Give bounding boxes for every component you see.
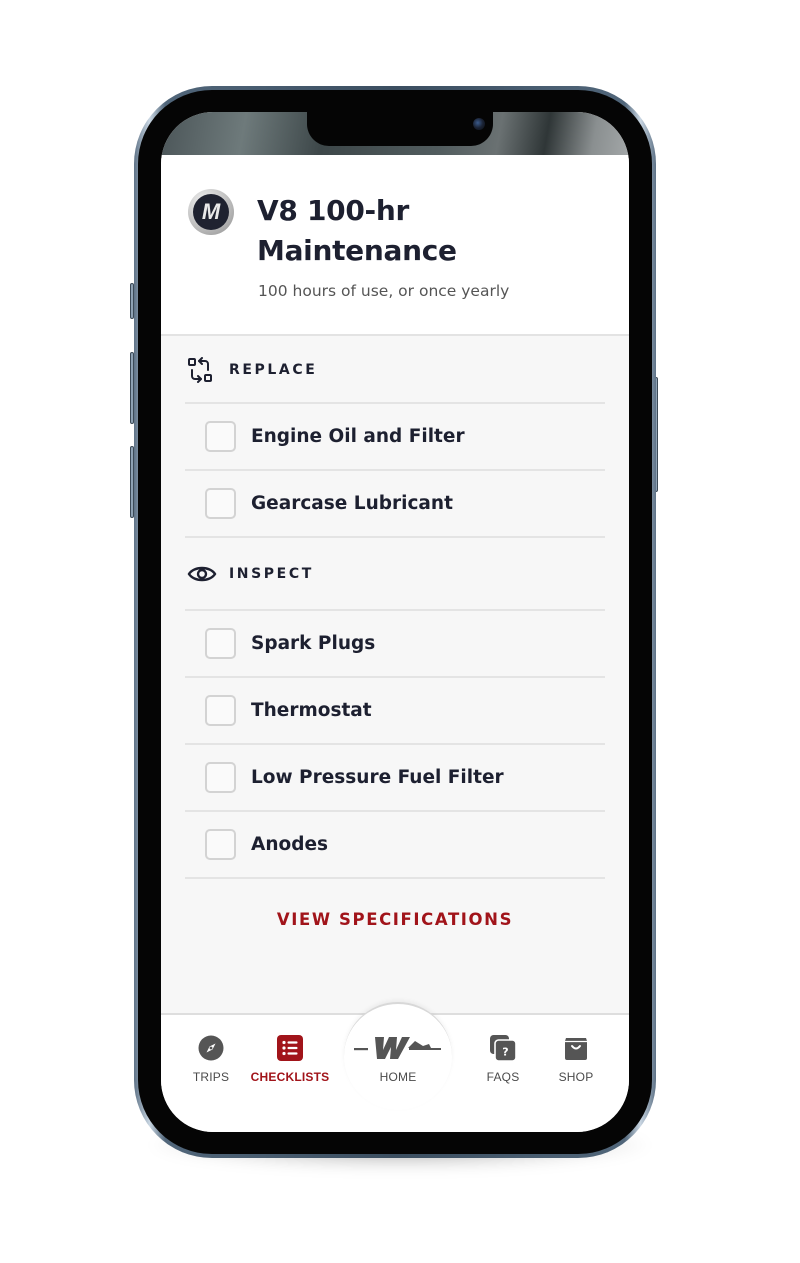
nav-label-checklists: CHECKLISTS xyxy=(250,1070,330,1084)
view-specifications-link[interactable]: VIEW SPECIFICATIONS xyxy=(185,910,605,929)
logo-letter: M xyxy=(193,194,229,230)
nav-checklists[interactable]: CHECKLISTS xyxy=(245,1035,335,1084)
section-header-replace: REPLACE xyxy=(185,338,605,404)
nav-shop[interactable]: SHOP xyxy=(531,1035,621,1084)
faq-icon: ? xyxy=(490,1035,516,1061)
phone-frame: M V8 100-hr Maintenance 100 hours of use… xyxy=(134,86,656,1158)
eye-icon xyxy=(187,561,217,587)
checklist-item[interactable]: Thermostat xyxy=(185,678,605,745)
checklist-item[interactable]: Anodes xyxy=(185,812,605,879)
nav-label-trips: TRIPS xyxy=(192,1070,230,1084)
svg-text:?: ? xyxy=(502,1046,508,1059)
shopping-bag-icon xyxy=(563,1035,589,1061)
page-subtitle: 100 hours of use, or once yearly xyxy=(258,282,510,300)
front-camera xyxy=(473,118,485,130)
nav-label-shop: SHOP xyxy=(558,1070,594,1084)
nav-label-faqs: FAQS xyxy=(486,1070,520,1084)
page-title: V8 100-hr Maintenance xyxy=(257,191,557,271)
replace-icon xyxy=(187,357,217,383)
checklist-item-label: Low Pressure Fuel Filter xyxy=(251,767,504,788)
bottom-nav: TRIPS CHECKLISTS HOME ? FAQS SHOP xyxy=(161,1002,629,1132)
nav-home[interactable]: HOME xyxy=(353,1035,443,1084)
notch xyxy=(307,112,493,146)
home-logo-icon xyxy=(353,1035,443,1061)
mercury-logo-icon: M xyxy=(188,189,234,235)
checkbox[interactable] xyxy=(205,829,236,860)
section-header-inspect: INSPECT xyxy=(185,538,605,611)
checklist-icon xyxy=(277,1035,303,1061)
section-label-replace: REPLACE xyxy=(229,362,318,378)
checklist-header: M V8 100-hr Maintenance 100 hours of use… xyxy=(161,155,629,336)
checkbox[interactable] xyxy=(205,628,236,659)
page-title-line1: V8 100-hr xyxy=(257,194,410,227)
checkbox[interactable] xyxy=(205,421,236,452)
checklist-item[interactable]: Engine Oil and Filter xyxy=(185,404,605,471)
phone-bezel: M V8 100-hr Maintenance 100 hours of use… xyxy=(138,90,652,1154)
phone-screen: M V8 100-hr Maintenance 100 hours of use… xyxy=(161,112,629,1132)
checklist-item-label: Anodes xyxy=(251,834,328,855)
checkbox[interactable] xyxy=(205,695,236,726)
checklist-content: REPLACE Engine Oil and Filter Gearcase L… xyxy=(185,338,605,929)
checklist-item-label: Thermostat xyxy=(251,700,372,721)
compass-icon xyxy=(198,1035,224,1061)
checkbox[interactable] xyxy=(205,762,236,793)
section-label-inspect: INSPECT xyxy=(229,565,314,582)
checklist-item-label: Spark Plugs xyxy=(251,633,376,654)
nav-label-home: HOME xyxy=(379,1070,417,1084)
page-title-line2: Maintenance xyxy=(257,234,457,267)
checkbox[interactable] xyxy=(205,488,236,519)
nav-trips[interactable]: TRIPS xyxy=(166,1035,256,1084)
checklist-item-label: Engine Oil and Filter xyxy=(251,426,465,447)
checklist-item-label: Gearcase Lubricant xyxy=(251,493,453,514)
checklist-item[interactable]: Spark Plugs xyxy=(185,611,605,678)
checklist-item[interactable]: Low Pressure Fuel Filter xyxy=(185,745,605,812)
checklist-item[interactable]: Gearcase Lubricant xyxy=(185,471,605,538)
